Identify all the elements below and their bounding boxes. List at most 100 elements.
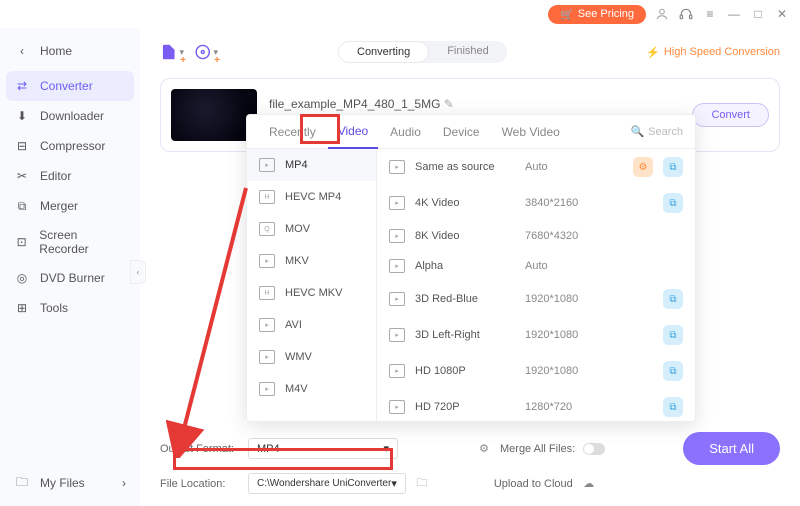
file-location-select[interactable]: C:\Wondershare UniConverter ▾ [248, 473, 406, 494]
format-mov[interactable]: QMOV [247, 213, 376, 245]
format-mp4[interactable]: ▸MP4 [247, 149, 376, 181]
sidebar-item-converter[interactable]: ⇄ Converter [6, 71, 134, 101]
format-list: ▸MP4 HHEVC MP4 QMOV ▸MKV HHEVC MKV ▸AVI … [247, 149, 377, 421]
format-icon: ▸ [259, 382, 275, 396]
preset-resolution: 1920*1080 [525, 329, 653, 341]
preset-duplicate-button[interactable]: ⧉ [663, 157, 683, 177]
sidebar-collapse-button[interactable]: ‹ [130, 260, 146, 284]
compress-icon: ⊟ [14, 138, 30, 154]
preset-row[interactable]: ▸ Alpha Auto [377, 251, 695, 281]
file-location-value: C:\Wondershare UniConverter [257, 478, 391, 489]
cloud-icon[interactable]: ☁ [581, 476, 597, 492]
minimize-button[interactable]: — [726, 6, 742, 22]
sidebar-label: My Files [40, 476, 85, 490]
preset-duplicate-button[interactable]: ⧉ [663, 193, 683, 213]
format-hevc-mkv[interactable]: HHEVC MKV [247, 277, 376, 309]
sidebar-item-my-files[interactable]: 🗀 My Files › [0, 468, 140, 498]
file-name: file_example_MP4_480_1_5MG [269, 97, 440, 111]
preset-row[interactable]: ▸ 4K Video 3840*2160 ⧉ [377, 185, 695, 221]
format-mkv[interactable]: ▸MKV [247, 245, 376, 277]
sidebar-item-downloader[interactable]: ⬇ Downloader [0, 101, 140, 131]
preset-row[interactable]: ▸ HD 720P 1280*720 ⧉ [377, 389, 695, 421]
format-icon: ▸ [259, 350, 275, 364]
tab-converting[interactable]: Converting [338, 41, 429, 63]
sidebar-item-screen-recorder[interactable]: ⊡ Screen Recorder [0, 221, 140, 263]
tab-web-video[interactable]: Web Video [492, 115, 570, 149]
format-icon: H [259, 190, 275, 204]
format-search[interactable]: 🔍 Search [630, 125, 683, 138]
high-speed-badge[interactable]: ⚡ High Speed Conversion [646, 46, 780, 59]
headset-icon[interactable] [678, 6, 694, 22]
play-icon: ▸ [389, 196, 405, 210]
sidebar-item-tools[interactable]: ⊞ Tools [0, 293, 140, 323]
video-thumbnail[interactable] [171, 89, 257, 141]
output-format-select[interactable]: MP4 ▾ [248, 438, 398, 459]
sidebar-item-compressor[interactable]: ⊟ Compressor [0, 131, 140, 161]
disc-icon: ◎ [14, 270, 30, 286]
format-icon: ▸ [259, 254, 275, 268]
tab-finished[interactable]: Finished [429, 41, 507, 63]
preset-duplicate-button[interactable]: ⧉ [663, 397, 683, 417]
tab-audio[interactable]: Audio [380, 115, 431, 149]
status-segmented: Converting Finished [338, 41, 507, 63]
see-pricing-label: See Pricing [578, 8, 634, 20]
sidebar-item-merger[interactable]: ⧉ Merger [0, 191, 140, 221]
preset-duplicate-button[interactable]: ⧉ [663, 361, 683, 381]
convert-button[interactable]: Convert [692, 103, 769, 127]
output-format-value: MP4 [257, 443, 280, 455]
gear-icon[interactable]: ⚙ [476, 441, 492, 457]
scissors-icon: ✂ [14, 168, 30, 184]
close-button[interactable]: ✕ [774, 6, 790, 22]
start-all-button[interactable]: Start All [683, 432, 780, 465]
grid-icon: ⊞ [14, 300, 30, 316]
add-file-button[interactable]: + ▾ [160, 40, 184, 64]
preset-resolution: 7680*4320 [525, 230, 683, 242]
tab-recently[interactable]: Recently [259, 115, 326, 149]
sidebar-label: Compressor [40, 139, 105, 153]
preset-resolution: 1280*720 [525, 401, 653, 413]
preset-duplicate-button[interactable]: ⧉ [663, 325, 683, 345]
preset-settings-button[interactable]: ⚙ [633, 157, 653, 177]
play-icon: ▸ [389, 160, 405, 174]
sidebar-label: Editor [40, 169, 71, 183]
preset-name: Alpha [415, 260, 515, 272]
merge-toggle[interactable] [583, 443, 605, 455]
format-hevc-mp4[interactable]: HHEVC MP4 [247, 181, 376, 213]
play-icon: ▸ [389, 292, 405, 306]
format-icon: ▸ [259, 318, 275, 332]
tab-device[interactable]: Device [433, 115, 490, 149]
sidebar-item-editor[interactable]: ✂ Editor [0, 161, 140, 191]
folder-icon: 🗀 [14, 475, 30, 491]
preset-row[interactable]: ▸ 3D Red-Blue 1920*1080 ⧉ [377, 281, 695, 317]
preset-row[interactable]: ▸ 3D Left-Right 1920*1080 ⧉ [377, 317, 695, 353]
format-m4v[interactable]: ▸M4V [247, 373, 376, 405]
play-icon: ▸ [389, 229, 405, 243]
see-pricing-button[interactable]: 🛒 See Pricing [548, 5, 646, 24]
maximize-button[interactable]: □ [750, 6, 766, 22]
tab-video[interactable]: Video [328, 115, 378, 149]
add-disc-button[interactable]: + ▾ [194, 40, 218, 64]
chevron-left-icon: ‹ [14, 43, 30, 59]
toolbar: + ▾ + ▾ Converting Finished ⚡ High Speed… [160, 40, 780, 64]
open-folder-icon[interactable]: 🗀 [414, 476, 430, 492]
edit-name-icon[interactable]: ✎ [444, 97, 454, 111]
nav-home[interactable]: ‹ Home [0, 36, 140, 71]
preset-list: ▸ Same as source Auto ⚙ ⧉▸ 4K Video 3840… [377, 149, 695, 421]
preset-name: HD 720P [415, 401, 515, 413]
play-icon: ▸ [389, 328, 405, 342]
account-icon[interactable] [654, 6, 670, 22]
format-avi[interactable]: ▸AVI [247, 309, 376, 341]
titlebar: 🛒 See Pricing ≡ — □ ✕ [0, 0, 800, 28]
menu-icon[interactable]: ≡ [702, 6, 718, 22]
preset-duplicate-button[interactable]: ⧉ [663, 289, 683, 309]
merge-label: Merge All Files: [500, 443, 575, 455]
preset-row[interactable]: ▸ Same as source Auto ⚙ ⧉ [377, 149, 695, 185]
output-format-label: Output Format: [160, 443, 240, 455]
format-wmv[interactable]: ▸WMV [247, 341, 376, 373]
merge-icon: ⧉ [14, 198, 30, 214]
sidebar-label: DVD Burner [40, 271, 105, 285]
sidebar-item-dvd-burner[interactable]: ◎ DVD Burner [0, 263, 140, 293]
preset-row[interactable]: ▸ HD 1080P 1920*1080 ⧉ [377, 353, 695, 389]
preset-row[interactable]: ▸ 8K Video 7680*4320 [377, 221, 695, 251]
bolt-icon: ⚡ [646, 46, 660, 59]
